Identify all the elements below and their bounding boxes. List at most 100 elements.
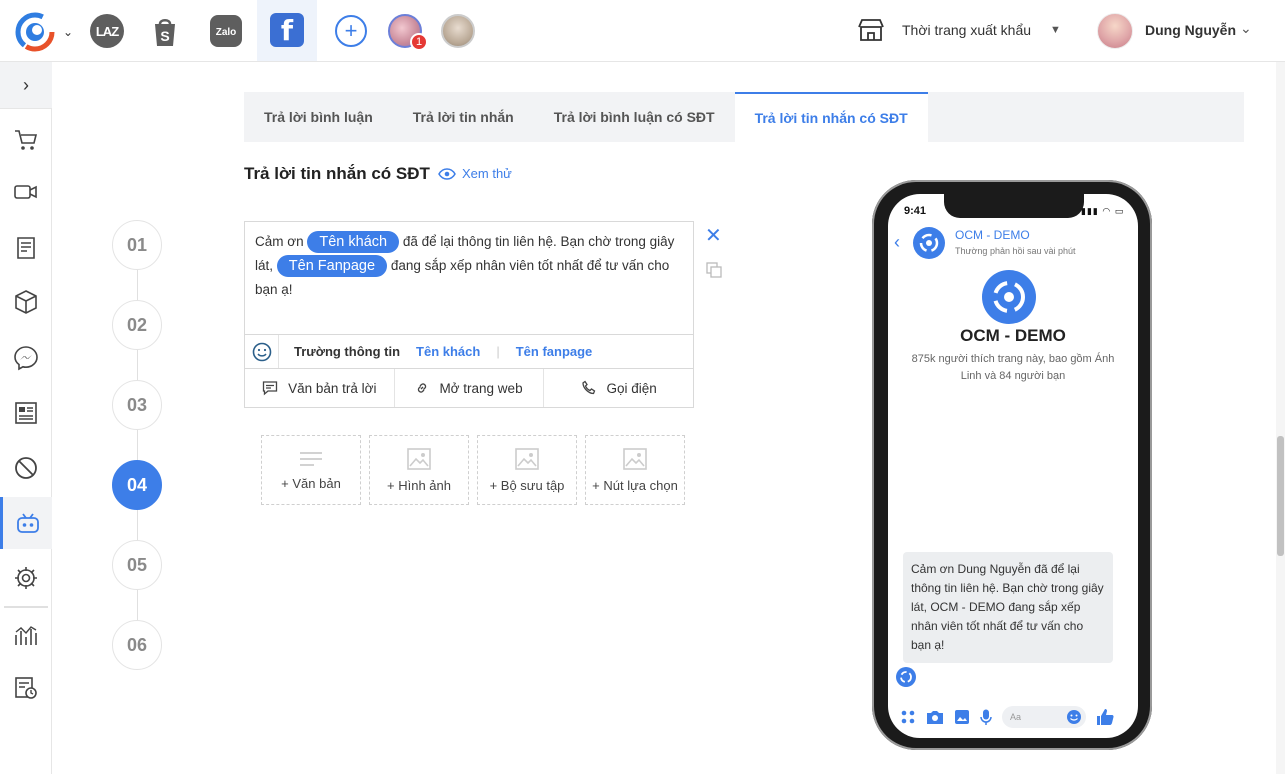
close-icon[interactable]: ✕ — [705, 226, 722, 246]
store-dropdown-caret-icon[interactable]: ▼ — [1050, 24, 1061, 36]
preview-link[interactable]: Xem thử — [438, 166, 512, 181]
customer-name-chip[interactable]: Tên khách — [307, 231, 400, 253]
add-choice-label: + Nút lựa chọn — [592, 477, 678, 493]
editor-toolbar: Trường thông tin Tên khách | Tên fanpage — [244, 334, 694, 369]
add-image-label: + Hình ảnh — [387, 477, 451, 493]
store-icon — [858, 19, 884, 41]
step-03[interactable]: 03 — [112, 380, 162, 430]
camera-icon[interactable] — [926, 709, 944, 725]
open-web-button[interactable]: Mở trang web — [395, 369, 545, 407]
report-icon — [15, 677, 37, 699]
insert-fanpage-name-link[interactable]: Tên fanpage — [516, 344, 593, 359]
add-channel-button[interactable]: + — [335, 15, 367, 47]
text-reply-label: Văn bản trả lời — [288, 380, 377, 396]
step-01[interactable]: 01 — [112, 220, 162, 270]
field-separator: | — [496, 344, 500, 359]
bot-icon — [16, 513, 39, 533]
user-name[interactable]: Dung Nguyễn — [1145, 22, 1236, 38]
page-avatar[interactable] — [441, 14, 475, 48]
message-editor[interactable]: Cảm ơn Tên khách đã để lại thông tin liê… — [244, 221, 694, 335]
sidebar-item-messenger[interactable] — [0, 332, 52, 384]
thumbs-up-icon[interactable] — [1096, 708, 1114, 726]
shopee-channel-icon[interactable]: S — [148, 14, 182, 48]
ocm-logo-icon — [900, 671, 912, 683]
messenger-composer: Aa — [888, 702, 1138, 732]
sidebar-item-orders[interactable] — [0, 114, 52, 166]
sidebar-item-blocked[interactable] — [0, 442, 52, 494]
app-logo-icon[interactable] — [15, 12, 55, 52]
phone-time: 9:41 — [904, 205, 927, 217]
sidebar-item-posts[interactable] — [0, 222, 52, 274]
step-02[interactable]: 02 — [112, 300, 162, 350]
block-icon — [15, 457, 37, 479]
svg-text:S: S — [160, 28, 169, 44]
user-avatar[interactable] — [1097, 13, 1133, 49]
messenger-icon — [14, 346, 38, 371]
top-bar: ⌄ LAZ S Zalo f + 1 Thời trang xuất khẩu … — [0, 0, 1285, 62]
ocm-logo-icon — [919, 233, 939, 253]
message-bubble: Cảm ơn Dung Nguyễn đã để lại thông tin l… — [903, 552, 1113, 663]
text-reply-button[interactable]: Văn bản trả lời — [245, 369, 395, 407]
page-avatar — [896, 667, 916, 687]
emoji-icon[interactable] — [1066, 709, 1082, 725]
insert-customer-name-link[interactable]: Tên khách — [416, 344, 480, 359]
scrollbar-track[interactable] — [1276, 62, 1285, 774]
messenger-page-description: 875k người thích trang này, bao gồm Ánh … — [911, 353, 1115, 382]
sidebar-item-reports[interactable] — [0, 662, 52, 714]
gallery-icon — [515, 447, 539, 470]
page-avatar — [913, 227, 945, 259]
sidebar-item-chatbot[interactable] — [0, 497, 52, 549]
link-icon — [418, 383, 427, 393]
tab-reply-comment[interactable]: Trả lời bình luận — [244, 92, 393, 142]
apps-icon[interactable] — [900, 709, 916, 725]
add-text-block-button[interactable]: + Văn bản — [261, 435, 361, 505]
add-image-block-button[interactable]: + Hình ảnh — [369, 435, 469, 505]
page-profile-avatar — [982, 270, 1036, 324]
sidebar-item-livestream[interactable] — [0, 166, 52, 218]
microphone-icon[interactable] — [980, 709, 992, 725]
tab-reply-message[interactable]: Trả lời tin nhắn — [393, 92, 534, 142]
svg-text:Zalo: Zalo — [216, 27, 237, 38]
reply-button-row: Văn bản trả lời Mở trang web Gọi điện — [244, 368, 694, 408]
sidebar-divider — [4, 606, 48, 608]
sidebar-item-analytics[interactable] — [0, 609, 52, 661]
zalo-channel-icon[interactable]: Zalo — [209, 14, 243, 48]
logo-dropdown-chevron-icon[interactable]: ⌄ — [63, 25, 73, 39]
scrollbar-thumb[interactable] — [1277, 436, 1284, 556]
add-choice-block-button[interactable]: + Nút lựa chọn — [585, 435, 685, 505]
photo-icon[interactable] — [954, 709, 970, 725]
copy-icon[interactable] — [706, 262, 722, 278]
message-icon — [262, 381, 278, 396]
user-menu-chevron-icon[interactable]: ⌄ — [1240, 20, 1252, 37]
step-06[interactable]: 06 — [112, 620, 162, 670]
add-text-label: + Văn bản — [281, 475, 341, 491]
back-chevron-icon[interactable]: ‹ — [894, 232, 900, 253]
sidebar-item-products[interactable] — [0, 276, 52, 328]
editor-text: Cảm ơn — [255, 234, 304, 249]
step-05[interactable]: 05 — [112, 540, 162, 590]
tab-reply-comment-phone[interactable]: Trả lời bình luận có SĐT — [534, 92, 735, 142]
add-gallery-label: + Bộ sưu tập — [489, 477, 565, 493]
phone-screen: 9:41 ▮▮▮ ◠ ▭ ‹ OCM - DEMO Thường phản hồ… — [888, 194, 1138, 738]
video-icon — [14, 185, 37, 199]
sidebar-toggle-button[interactable]: › — [0, 62, 52, 109]
call-button[interactable]: Gọi điện — [544, 369, 693, 407]
text-lines-icon — [300, 451, 322, 466]
lazada-channel-icon[interactable]: LAZ — [90, 14, 124, 48]
phone-icon — [581, 380, 595, 395]
reply-tabs: Trả lời bình luận Trả lời tin nhắn Trả l… — [244, 92, 1244, 142]
facebook-channel-tab[interactable]: f — [257, 0, 317, 61]
chart-icon — [15, 626, 37, 645]
facebook-channel-icon: f — [270, 13, 304, 47]
open-web-label: Mở trang web — [439, 380, 523, 396]
tab-reply-message-phone[interactable]: Trả lời tin nhắn có SĐT — [734, 92, 928, 142]
add-gallery-block-button[interactable]: + Bộ sưu tập — [477, 435, 577, 505]
messenger-input[interactable]: Aa — [1002, 706, 1086, 728]
store-selector[interactable]: Thời trang xuất khẩu — [902, 22, 1031, 38]
sidebar-item-settings[interactable] — [0, 552, 52, 604]
emoji-button[interactable] — [245, 334, 279, 369]
sidebar-item-forms[interactable] — [0, 387, 52, 439]
step-04[interactable]: 04 — [112, 460, 162, 510]
smile-icon — [252, 342, 271, 361]
fanpage-name-chip[interactable]: Tên Fanpage — [276, 255, 388, 277]
